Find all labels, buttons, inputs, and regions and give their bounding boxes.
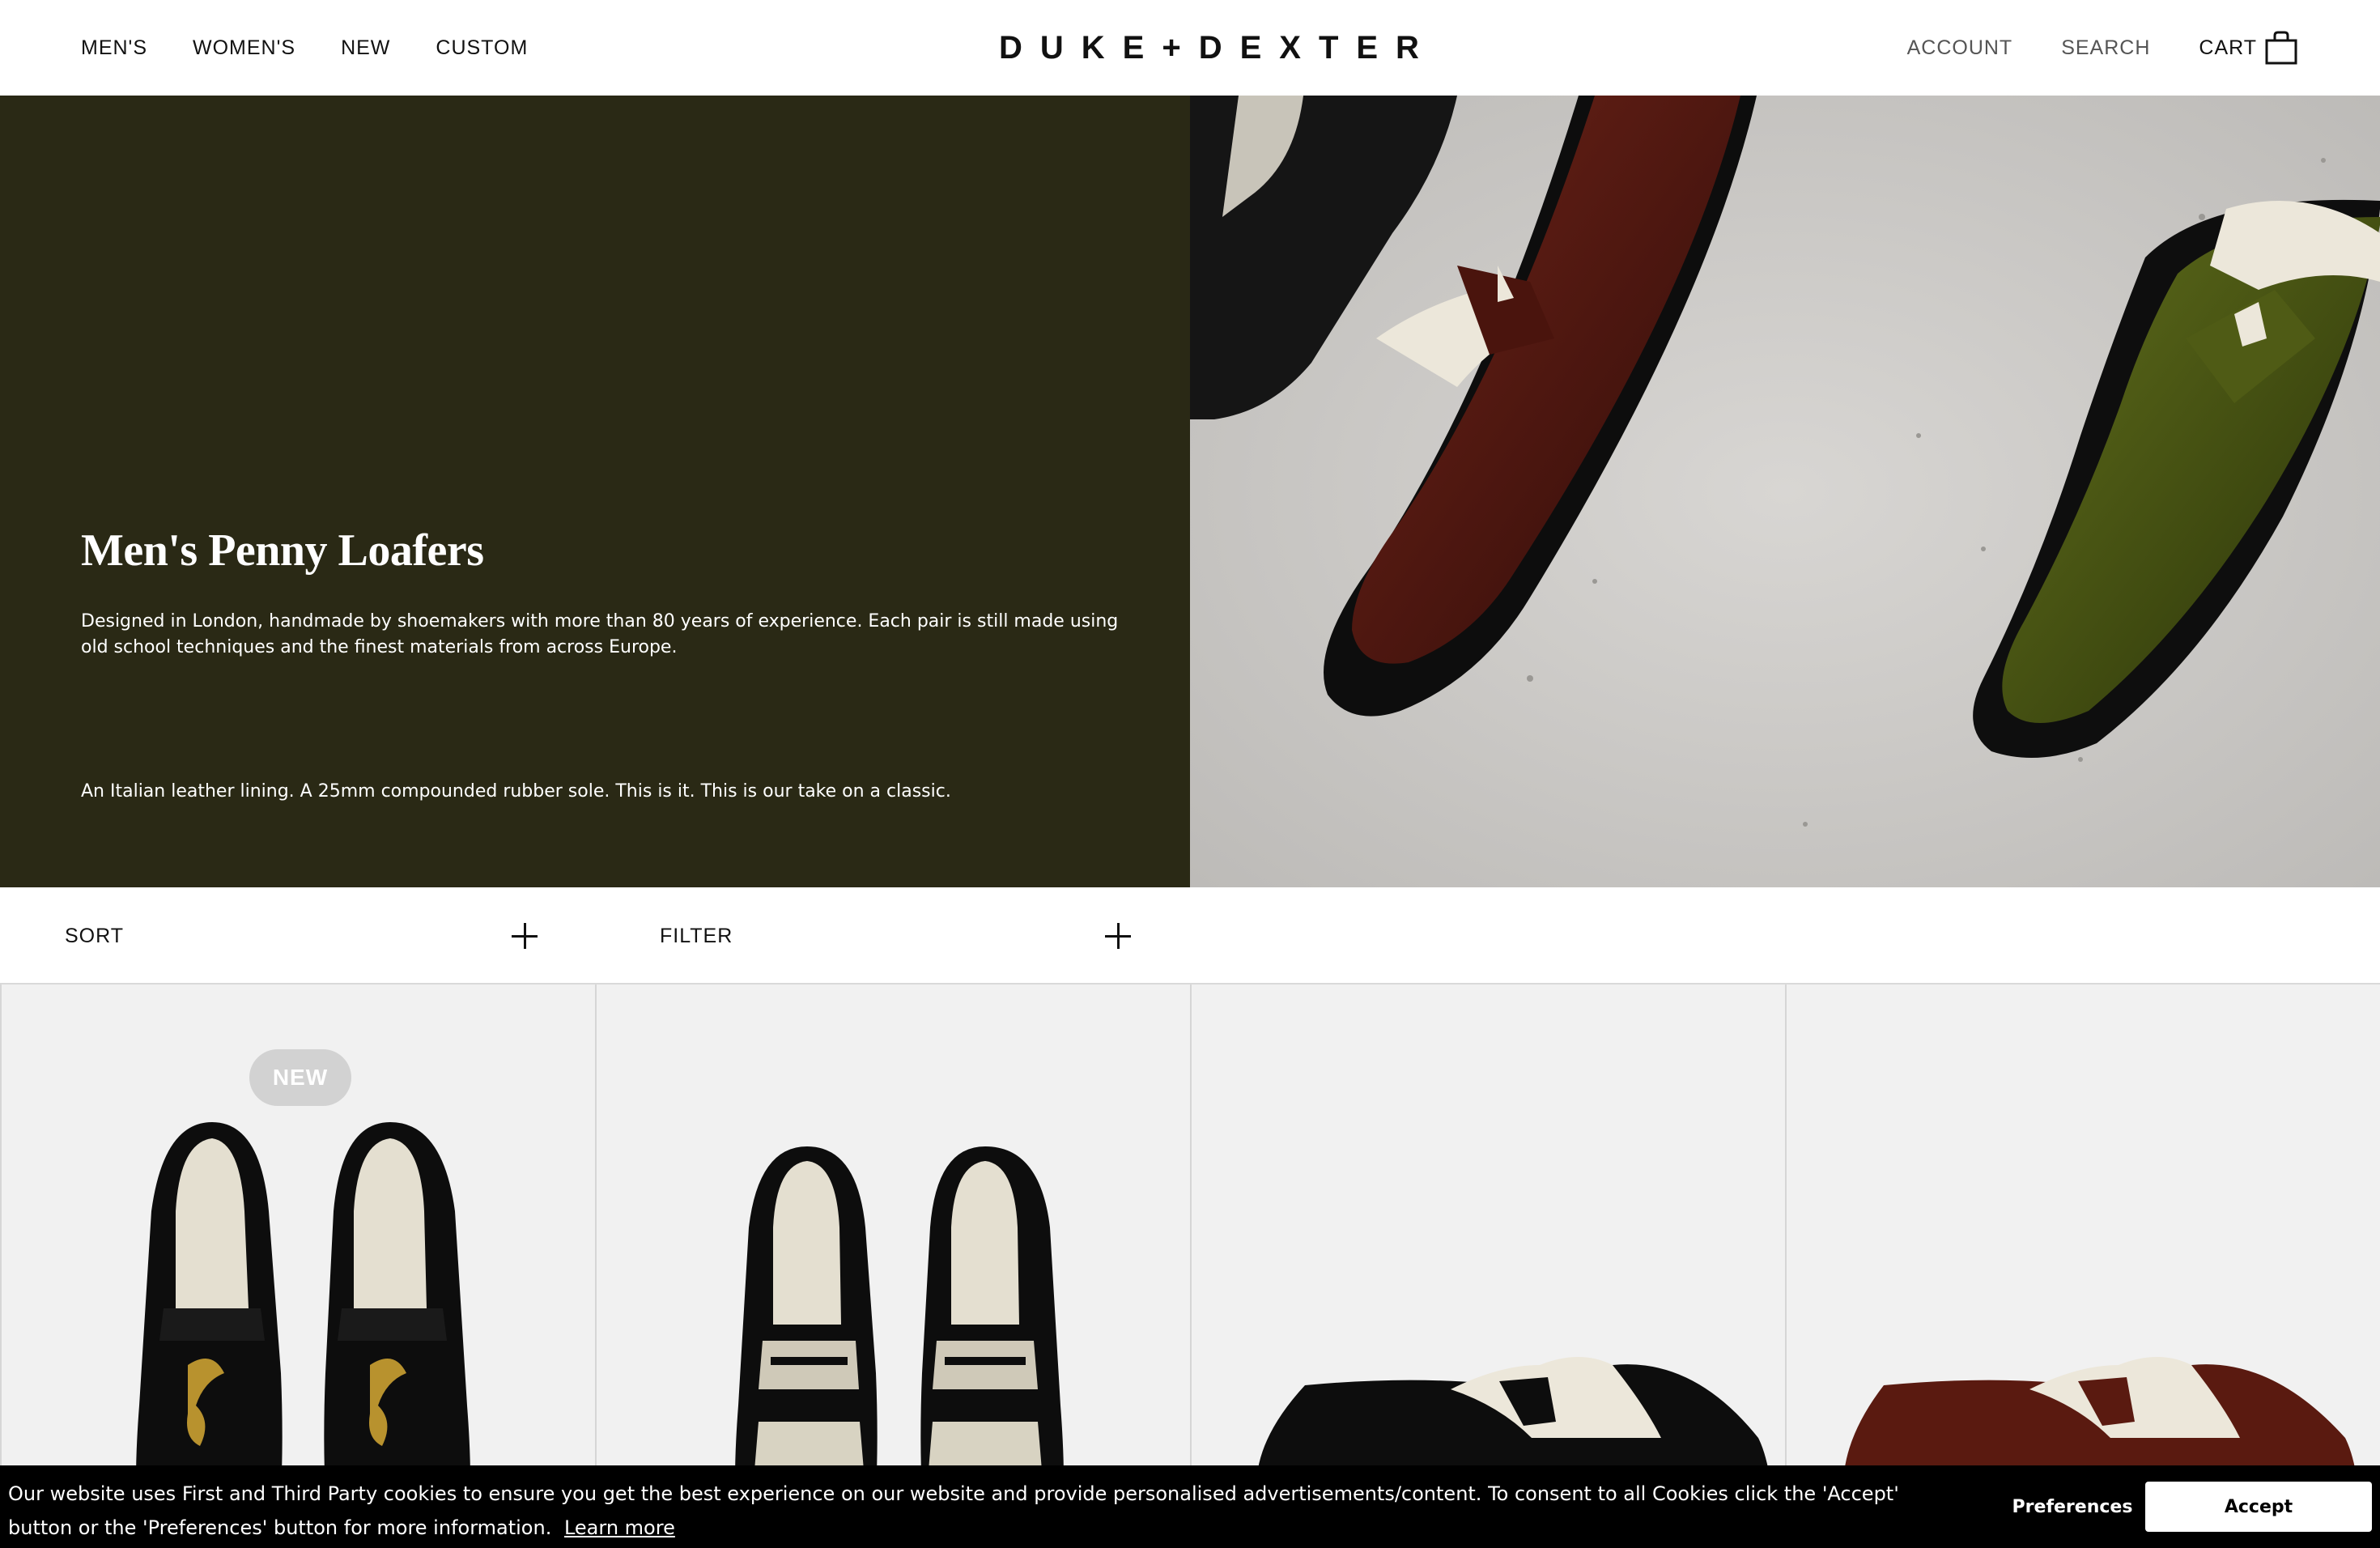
sort-toggle[interactable]: SORT bbox=[65, 887, 538, 985]
page-title: Men's Penny Loafers bbox=[81, 525, 484, 576]
hero-description-secondary: An Italian leather lining. A 25mm compou… bbox=[81, 781, 951, 802]
nav-custom[interactable]: CUSTOM bbox=[436, 36, 528, 60]
product-grid: NEW bbox=[0, 985, 2380, 1548]
nav-new[interactable]: NEW bbox=[341, 36, 390, 60]
nav-mens[interactable]: MEN'S bbox=[81, 36, 147, 60]
cart-label: CART bbox=[2199, 36, 2257, 59]
accept-button[interactable]: Accept bbox=[2145, 1482, 2372, 1532]
hero-description: Designed in London, handmade by shoemake… bbox=[81, 611, 1119, 657]
plus-icon bbox=[512, 923, 538, 949]
product-card[interactable] bbox=[1190, 985, 1785, 1548]
cookie-banner: Our website uses First and Third Party c… bbox=[0, 1465, 2380, 1548]
utility-nav: ACCOUNT SEARCH CART bbox=[1907, 0, 2297, 96]
nav-womens[interactable]: WOMEN'S bbox=[193, 36, 295, 60]
preferences-button[interactable]: Preferences bbox=[2000, 1488, 2145, 1525]
sort-label: SORT bbox=[65, 924, 124, 947]
product-image bbox=[735, 1146, 1064, 1548]
main-nav: MEN'S WOMEN'S NEW CUSTOM bbox=[81, 0, 528, 96]
product-card[interactable] bbox=[595, 985, 1190, 1548]
hero-image bbox=[1190, 96, 2380, 887]
hero-text-panel bbox=[0, 96, 1190, 887]
new-badge: NEW bbox=[249, 1049, 351, 1106]
site-header: MEN'S WOMEN'S NEW CUSTOM DUKE+DEXTER ACC… bbox=[0, 0, 2380, 96]
plus-icon bbox=[1105, 923, 1131, 949]
product-card[interactable]: NEW bbox=[0, 985, 595, 1548]
search-link[interactable]: SEARCH bbox=[2061, 36, 2150, 60]
filter-toggle[interactable]: FILTER bbox=[660, 887, 1131, 985]
cart-link[interactable]: CART bbox=[2199, 31, 2297, 65]
brand-logo[interactable]: DUKE+DEXTER bbox=[999, 29, 1437, 66]
learn-more-link[interactable]: Learn more bbox=[564, 1516, 675, 1539]
cookie-message: Our website uses First and Third Party c… bbox=[8, 1477, 1967, 1545]
product-card[interactable] bbox=[1785, 985, 2380, 1548]
product-image bbox=[1843, 1357, 2361, 1548]
filter-label: FILTER bbox=[660, 924, 733, 947]
account-link[interactable]: ACCOUNT bbox=[1907, 36, 2013, 60]
shopping-bag-icon bbox=[2265, 31, 2297, 65]
sort-filter-bar: SORT FILTER bbox=[0, 887, 2380, 985]
cookie-text: Our website uses First and Third Party c… bbox=[8, 1482, 1899, 1539]
product-image bbox=[1256, 1357, 1774, 1548]
